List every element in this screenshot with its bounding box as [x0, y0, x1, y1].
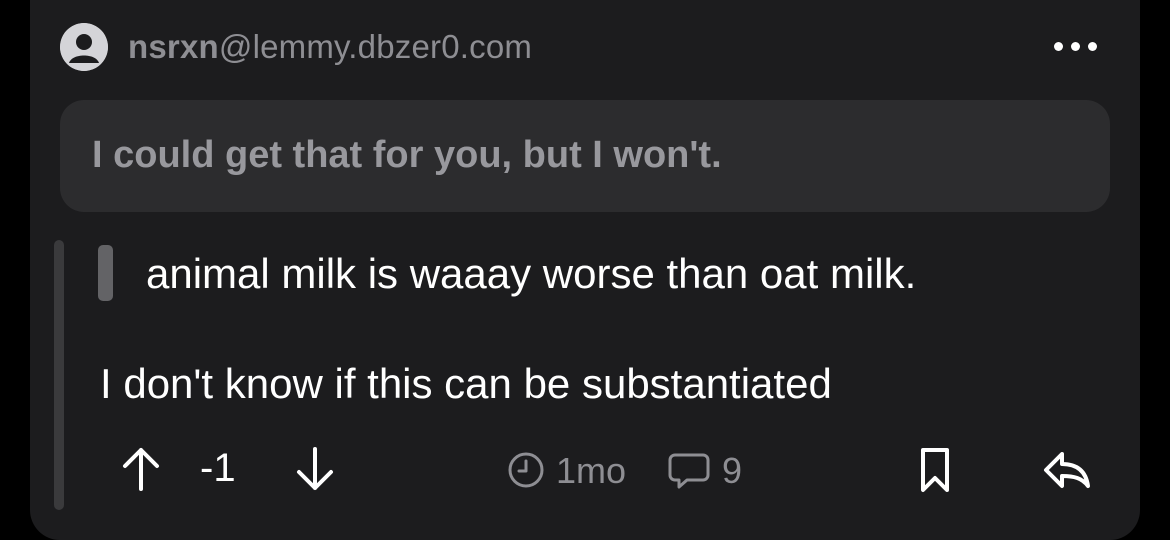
comment-bubble-icon — [668, 453, 710, 489]
avatar-person-icon[interactable] — [60, 23, 108, 71]
downvote-button[interactable] — [292, 444, 338, 494]
clock-icon — [508, 452, 544, 488]
replies-indicator[interactable] — [666, 450, 712, 492]
more-options-button[interactable] — [1040, 26, 1110, 66]
more-horizontal-icon — [1053, 41, 1063, 51]
quote-bar — [98, 245, 113, 301]
score-count: -1 — [200, 446, 236, 490]
reply-count: 9 — [722, 450, 743, 491]
comment-age: 1mo — [556, 450, 627, 491]
arrow-up-icon — [123, 448, 159, 491]
upvote-button[interactable] — [118, 444, 164, 494]
quoted-text: animal milk is waaay worse than oat milk… — [146, 250, 917, 297]
age-indicator — [506, 450, 546, 490]
author-instance[interactable]: @lemmy.dbzer0.com — [219, 28, 532, 66]
reply-button[interactable] — [1040, 446, 1094, 494]
reply-icon — [1044, 452, 1090, 488]
comment-header: nsrxn @lemmy.dbzer0.com — [60, 22, 532, 72]
save-button[interactable] — [912, 444, 958, 496]
post-title-box[interactable]: I could get that for you, but I won't. — [60, 100, 1110, 212]
arrow-down-icon — [297, 447, 333, 490]
author-username[interactable]: nsrxn — [128, 28, 219, 66]
bookmark-icon — [921, 448, 949, 492]
post-title: I could get that for you, but I won't. — [92, 134, 722, 176]
thread-depth-line[interactable] — [54, 240, 64, 510]
comment-body: I don't know if this can be substantiate… — [100, 360, 832, 407]
